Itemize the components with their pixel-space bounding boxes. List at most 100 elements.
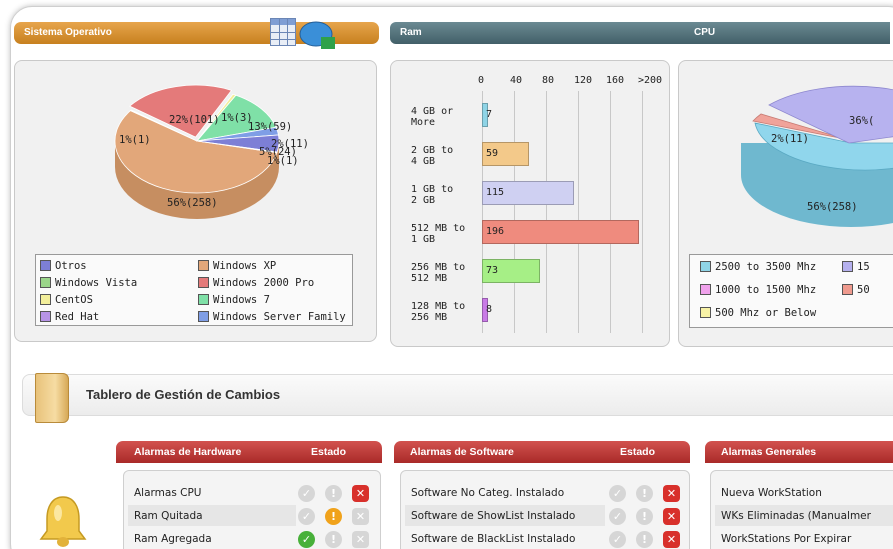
error-x-icon[interactable]: ✕ <box>663 531 680 548</box>
os-legend-item: Windows Server Family <box>198 310 346 324</box>
ok-check-icon[interactable]: ✓ <box>609 485 626 502</box>
ram-bar: 196 <box>482 220 639 244</box>
os-header-title: Sistema Operativo <box>24 27 112 38</box>
ram-axis-tick: 80 <box>542 75 555 86</box>
error-x-icon[interactable]: ✕ <box>352 485 369 502</box>
ram-category-label: 4 GB or More <box>411 106 454 128</box>
os-legend-item: Windows 2000 Pro <box>198 276 314 290</box>
warning-icon[interactable]: ! <box>325 485 342 502</box>
bell-icon <box>39 496 87 547</box>
error-x-icon[interactable]: ✕ <box>663 508 680 525</box>
software-alarms-header: Alarmas de Software Estado <box>394 441 690 463</box>
tablero-title: Tablero de Gestión de Cambios <box>86 387 281 402</box>
hardware-alarms-title: Alarmas de Hardware <box>134 446 242 458</box>
cpu-legend: 2500 to 3500 Mhz 15 1000 to 1500 Mhz 50 … <box>689 254 893 328</box>
cpu-legend-item: 15 <box>842 260 870 274</box>
table-icon <box>270 18 296 46</box>
ram-category-label: 128 MB to 256 MB <box>411 301 466 323</box>
ram-axis-tick: 0 <box>478 75 485 86</box>
hardware-alarms-panel: Alarmas CPU Ram Quitada Ram Agregada ✓ !… <box>123 470 381 549</box>
warning-icon[interactable]: ! <box>325 531 342 548</box>
legend-swatch <box>198 294 209 305</box>
os-label-redhat: 1%(1) <box>267 155 299 167</box>
ram-chart-panel: 0 40 80 120 160 >200 4 GB or More 7 2 GB to 4 GB… <box>390 60 670 347</box>
ram-category-label: 2 GB to 4 GB <box>411 145 454 167</box>
alarm-row-label[interactable]: WKs Eliminadas (Manualmer <box>721 506 871 526</box>
os-chart-panel: 22%(101) 1%(3) 13%(59) 1%(1) 2%(11) 5%(2… <box>14 60 377 342</box>
cpu-header-title: CPU <box>694 27 716 38</box>
alarm-row-label[interactable]: Ram Quitada <box>134 506 203 526</box>
alarm-row-label[interactable]: Software de BlackList Instalado <box>411 529 575 549</box>
ram-axis-tick: >200 <box>638 75 663 86</box>
os-legend-item: Windows XP <box>198 259 276 273</box>
legend-swatch <box>842 261 853 272</box>
alarm-row-label[interactable]: WorkStations Por Expirar <box>721 529 851 549</box>
ram-grid-line <box>514 91 515 333</box>
legend-swatch <box>40 294 51 305</box>
cpu-chart-panel: 2%(11) 36%( 56%(258) 2500 to 3500 Mhz 15… <box>678 60 893 347</box>
ram-bar: 8 <box>482 298 492 322</box>
software-state-label: Estado <box>620 446 656 458</box>
os-legend-item: Windows Vista <box>40 276 137 290</box>
ok-check-icon[interactable]: ✓ <box>609 508 626 525</box>
cpu-label-right: 36%( <box>849 115 875 127</box>
legend-swatch <box>198 260 209 271</box>
os-legend-item: Otros <box>40 259 87 273</box>
cpu-legend-item: 1000 to 1500 Mhz <box>700 283 816 297</box>
error-x-icon[interactable]: ✕ <box>352 508 369 525</box>
legend-swatch <box>842 284 853 295</box>
legend-swatch <box>700 284 711 295</box>
ram-bar: 115 <box>482 181 574 205</box>
ram-axis-tick: 160 <box>606 75 625 86</box>
cpu-pie-chart <box>741 85 893 227</box>
os-legend-item: Red Hat <box>40 310 99 324</box>
alarm-row-label[interactable]: Software de ShowList Instalado <box>411 506 575 526</box>
ram-grid-line <box>546 91 547 333</box>
os-pie-chart <box>114 84 280 219</box>
ok-check-icon[interactable]: ✓ <box>298 485 315 502</box>
cpu-legend-item: 2500 to 3500 Mhz <box>700 260 816 274</box>
ram-grid-line <box>578 91 579 333</box>
ram-header-title: Ram <box>400 27 422 38</box>
ok-check-icon[interactable]: ✓ <box>298 531 315 548</box>
ram-category-label: 1 GB to 2 GB <box>411 184 454 206</box>
error-x-icon[interactable]: ✕ <box>352 531 369 548</box>
warning-icon[interactable]: ! <box>636 508 653 525</box>
hardware-state-label: Estado <box>311 446 347 458</box>
ram-bar-chart: 0 40 80 120 160 >200 4 GB or More 7 2 GB to 4 GB… <box>391 61 671 348</box>
legend-swatch <box>40 260 51 271</box>
os-label-xp: 56%(258) <box>167 197 218 209</box>
ram-bar: 73 <box>482 259 541 283</box>
ram-grid-line <box>642 91 643 333</box>
alarm-row-label[interactable]: Software No Categ. Instalado <box>411 483 564 503</box>
os-label-win7: 13%(59) <box>248 121 293 133</box>
general-alarms-panel: Nueva WorkStation WKs Eliminadas (Manual… <box>710 470 893 549</box>
alarm-row-label[interactable]: Alarmas CPU <box>134 483 202 503</box>
ram-section-header: Ram <box>390 22 890 44</box>
ram-bar: 59 <box>482 142 530 166</box>
os-legend: Otros Windows XP Windows Vista Windows 2… <box>35 254 353 326</box>
os-label-pro2000: 22%(101) <box>169 114 220 126</box>
ok-check-icon[interactable]: ✓ <box>609 531 626 548</box>
folder-icon <box>35 373 69 423</box>
error-x-icon[interactable]: ✕ <box>663 485 680 502</box>
warning-icon[interactable]: ! <box>636 485 653 502</box>
os-legend-item: Windows 7 <box>198 293 270 307</box>
ok-check-icon[interactable]: ✓ <box>298 508 315 525</box>
pie-chart-icon <box>299 20 337 50</box>
cpu-legend-item: 500 Mhz or Below <box>700 306 816 320</box>
legend-swatch <box>40 277 51 288</box>
warning-icon[interactable]: ! <box>636 531 653 548</box>
alarm-row-label[interactable]: Ram Agregada <box>134 529 212 549</box>
software-alarms-panel: Software No Categ. Instalado Software de… <box>400 470 690 549</box>
hardware-alarms-header: Alarmas de Hardware Estado <box>116 441 382 463</box>
legend-swatch <box>40 311 51 322</box>
general-alarms-header: Alarmas Generales <box>705 441 893 463</box>
alarm-row-label[interactable]: Nueva WorkStation <box>721 483 822 503</box>
os-legend-item: CentOS <box>40 293 93 307</box>
os-label-vista: 1%(1) <box>119 134 151 146</box>
warning-icon[interactable]: ! <box>325 508 342 525</box>
ram-category-label: 256 MB to 512 MB <box>411 262 466 284</box>
ram-category-label: 512 MB to 1 GB <box>411 223 466 245</box>
cpu-label-main: 56%(258) <box>807 201 858 213</box>
